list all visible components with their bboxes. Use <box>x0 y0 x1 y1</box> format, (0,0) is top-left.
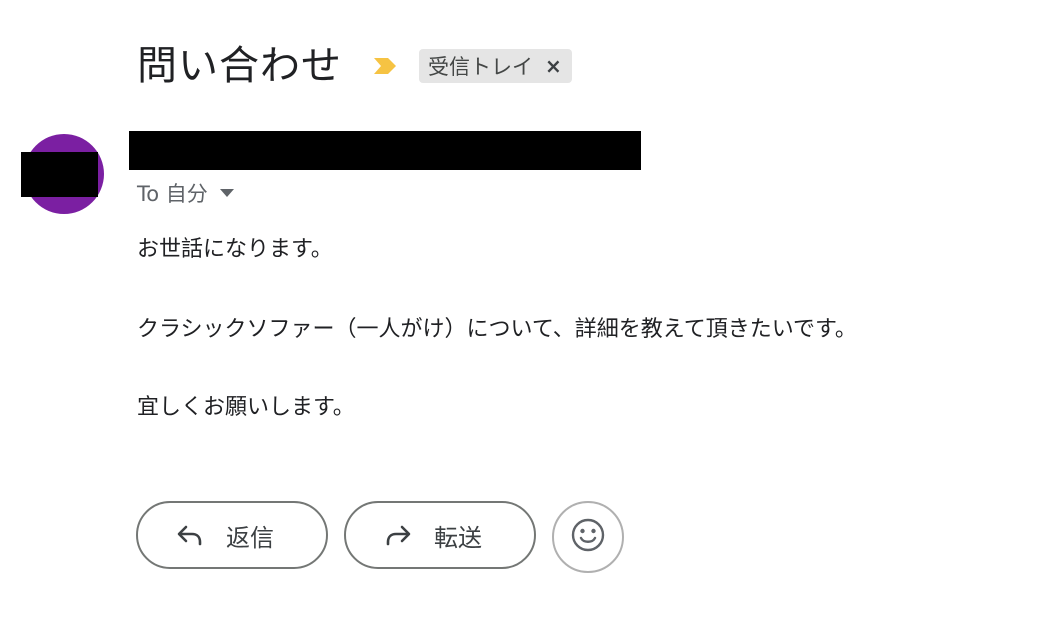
importance-marker-icon[interactable] <box>372 56 398 76</box>
inbox-label-chip[interactable]: 受信トレイ × <box>419 49 572 83</box>
recipient-text: To 自分 <box>137 182 208 206</box>
redaction-block <box>21 152 98 197</box>
forward-button[interactable]: 転送 <box>344 501 536 569</box>
email-body-line: クラシックソファー（一人がけ）について、詳細を教えて頂きたいです。 <box>137 317 857 342</box>
remove-label-icon[interactable]: × <box>545 54 562 78</box>
inbox-label-text: 受信トレイ <box>428 55 533 79</box>
reply-arrow-icon <box>174 519 206 551</box>
emoji-reaction-button[interactable] <box>552 501 624 573</box>
smiley-face-icon <box>570 517 606 557</box>
reply-button-label: 返信 <box>226 523 274 552</box>
forward-button-label: 転送 <box>434 523 482 552</box>
forward-arrow-icon <box>382 519 414 551</box>
sender-name-redacted <box>129 131 641 170</box>
email-subject: 問い合わせ <box>137 43 342 89</box>
reply-button[interactable]: 返信 <box>136 501 328 569</box>
caret-down-icon[interactable] <box>219 189 234 197</box>
email-body-line: 宜しくお願いします。 <box>137 395 355 420</box>
recipient-details-toggle[interactable]: To 自分 <box>137 177 234 209</box>
email-body-line: お世話になります。 <box>137 237 333 262</box>
subject-row: 問い合わせ 受信トレイ × <box>137 38 572 94</box>
